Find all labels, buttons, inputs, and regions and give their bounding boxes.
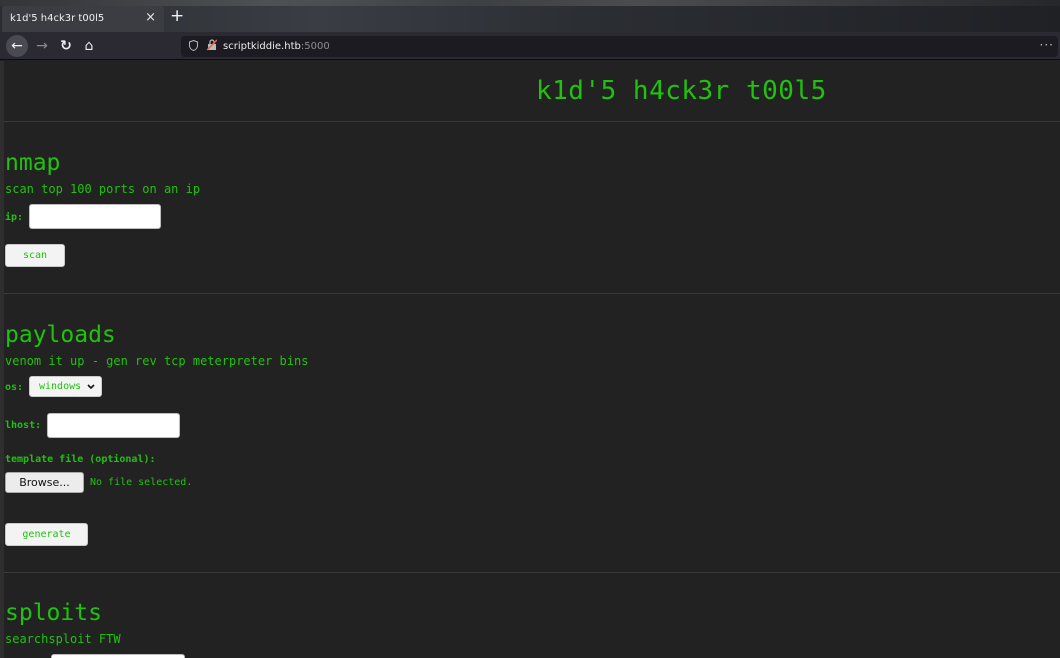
page-title: k1d'5 h4ck3r t00l5 — [536, 76, 827, 106]
address-bar[interactable]: scriptkiddie.htb:5000 ··· — [181, 36, 1058, 57]
generate-button[interactable]: generate — [5, 523, 88, 546]
page-actions-menu-icon[interactable]: ··· — [1040, 38, 1054, 52]
url-port: :5000 — [300, 41, 330, 52]
url-host: scriptkiddie.htb — [223, 41, 301, 52]
browse-button[interactable]: Browse... — [5, 472, 84, 493]
payloads-description: venom it up - gen rev tcp meterpreter bi… — [5, 354, 309, 368]
payloads-heading: payloads — [5, 322, 116, 348]
sploits-heading: sploits — [5, 600, 102, 626]
lhost-label: lhost: — [5, 420, 42, 431]
ip-label: ip: — [5, 212, 24, 223]
divider — [4, 572, 1060, 573]
reload-icon[interactable]: ↻ — [55, 36, 77, 56]
forward-arrow-icon[interactable]: → — [31, 36, 53, 56]
close-tab-icon[interactable]: × — [145, 10, 156, 25]
navigation-bar: ← → ↻ ⌂ scriptkiddie.htb:5000 ··· — [0, 32, 1060, 60]
tab-title: k1d'5 h4ck3r t00l5 — [10, 13, 105, 24]
home-icon[interactable]: ⌂ — [78, 36, 100, 56]
ip-input[interactable] — [29, 204, 161, 229]
lhost-input[interactable] — [47, 413, 180, 438]
scan-button[interactable]: scan — [5, 244, 65, 267]
template-file-label: template file (optional): — [5, 454, 156, 465]
divider — [4, 121, 1060, 122]
shield-icon[interactable] — [189, 39, 198, 54]
url-text[interactable]: scriptkiddie.htb:5000 — [223, 41, 330, 52]
page-content: k1d'5 h4ck3r t00l5 nmap scan top 100 por… — [0, 61, 1060, 658]
os-select[interactable]: windows — [29, 376, 102, 397]
divider — [4, 293, 1060, 294]
search-input[interactable] — [51, 654, 185, 658]
chevron-down-icon — [87, 377, 95, 404]
os-label: os: — [5, 382, 24, 393]
browser-tab[interactable]: k1d'5 h4ck3r t00l5 × — [2, 6, 164, 32]
tab-bar: k1d'5 h4ck3r t00l5 × + — [0, 0, 1060, 32]
nmap-description: scan top 100 ports on an ip — [5, 182, 201, 196]
new-tab-icon[interactable]: + — [170, 8, 184, 25]
back-arrow-icon[interactable]: ← — [6, 35, 28, 57]
nmap-heading: nmap — [5, 150, 61, 176]
os-selected-value: windows — [39, 381, 82, 392]
insecure-lock-icon[interactable] — [206, 39, 218, 54]
no-file-selected-text: No file selected. — [90, 477, 193, 488]
sploits-description: searchsploit FTW — [5, 632, 121, 646]
